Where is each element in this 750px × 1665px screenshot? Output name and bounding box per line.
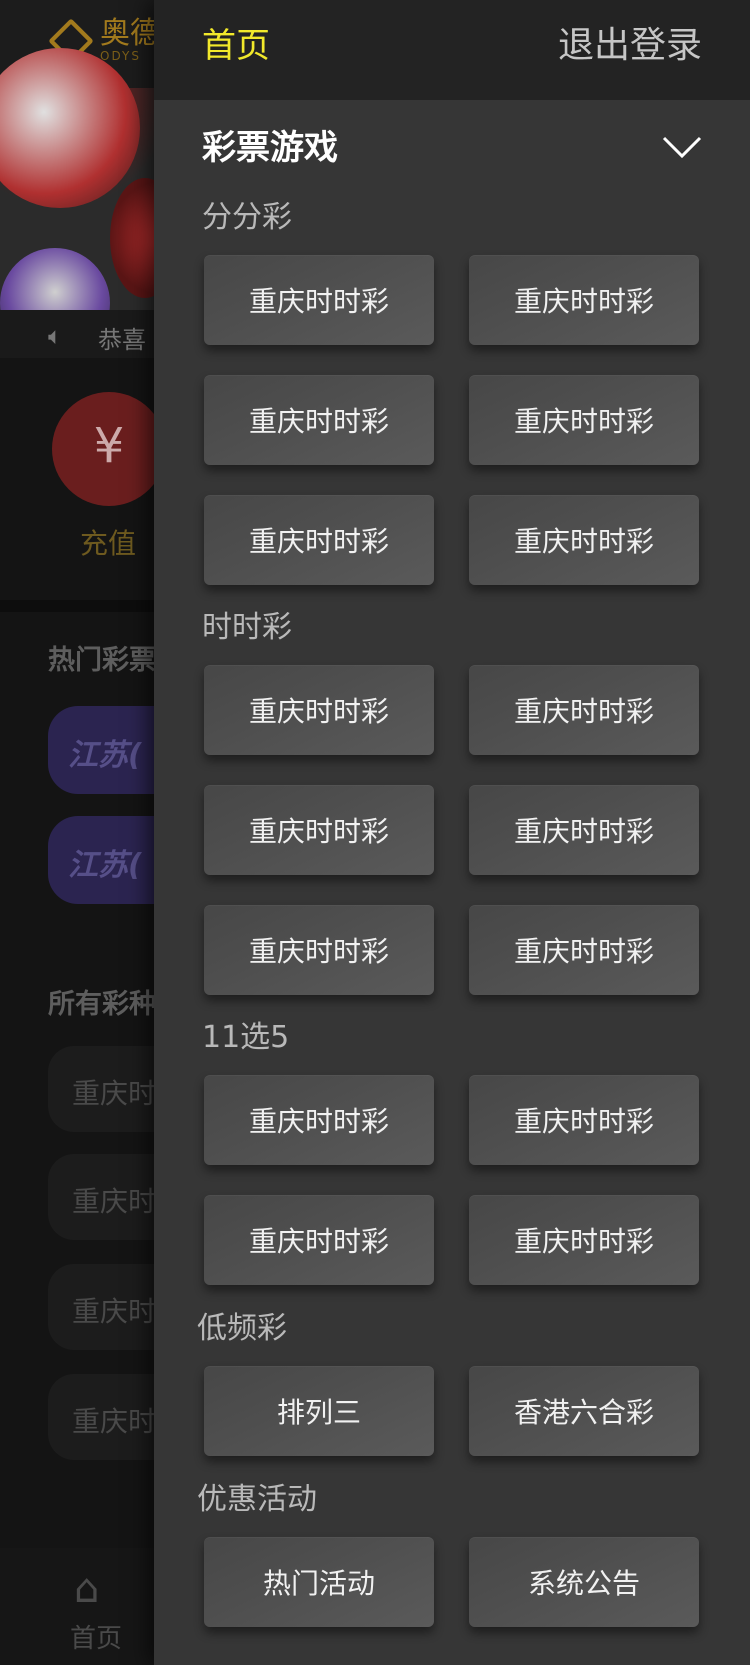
- logout-button[interactable]: 退出登录: [558, 26, 702, 66]
- game-button[interactable]: 重庆时时彩: [204, 495, 434, 585]
- game-button[interactable]: 重庆时时彩: [204, 665, 434, 755]
- lottery-row-label: 重庆时: [72, 1295, 157, 1328]
- category-title: 彩票游戏: [202, 128, 338, 168]
- game-button[interactable]: 重庆时时彩: [469, 375, 699, 465]
- home-icon[interactable]: ⌂: [74, 1566, 99, 1612]
- game-button[interactable]: 重庆时时彩: [204, 1195, 434, 1285]
- hot-lottery-label: 江苏(: [68, 848, 142, 883]
- game-button[interactable]: 重庆时时彩: [469, 495, 699, 585]
- game-button[interactable]: 重庆时时彩: [469, 1075, 699, 1165]
- chevron-down-icon[interactable]: [662, 128, 702, 168]
- game-button[interactable]: 重庆时时彩: [469, 905, 699, 995]
- drawer-header: 首页 退出登录: [154, 0, 750, 100]
- game-button[interactable]: 重庆时时彩: [204, 905, 434, 995]
- recharge-label: 充值: [80, 527, 137, 560]
- game-button[interactable]: 重庆时时彩: [204, 255, 434, 345]
- speaker-icon: 🔈︎: [48, 322, 63, 350]
- system-notice-button[interactable]: 系统公告: [469, 1537, 699, 1627]
- hot-lottery-label: 江苏(: [68, 738, 142, 773]
- game-button[interactable]: 重庆时时彩: [469, 785, 699, 875]
- lottery-games-header[interactable]: 彩票游戏: [202, 126, 702, 170]
- lottery-row-label: 重庆时: [72, 1185, 157, 1218]
- group-label-promotions: 优惠活动: [197, 1482, 317, 1517]
- game-button[interactable]: 重庆时时彩: [204, 1075, 434, 1165]
- hot-lottery-title: 热门彩票: [48, 645, 156, 676]
- game-button[interactable]: 重庆时时彩: [469, 255, 699, 345]
- side-drawer: 首页 退出登录 彩票游戏 分分彩 重庆时时彩 重庆时时彩 重庆时时彩 重庆时时彩…: [154, 0, 750, 1665]
- group-label-fenfencai: 分分彩: [202, 200, 292, 235]
- lottery-row-label: 重庆时: [72, 1405, 157, 1438]
- game-button[interactable]: 重庆时时彩: [204, 785, 434, 875]
- logo-text: 奥德: [100, 16, 160, 51]
- all-lottery-title: 所有彩种: [48, 989, 156, 1020]
- recharge-button[interactable]: ¥: [52, 392, 166, 506]
- game-button[interactable]: 重庆时时彩: [469, 1195, 699, 1285]
- hot-activities-button[interactable]: 热门活动: [204, 1537, 434, 1627]
- group-label-shishicai: 时时彩: [202, 610, 292, 645]
- game-button-hk-marksix[interactable]: 香港六合彩: [469, 1366, 699, 1456]
- tab-home-label[interactable]: 首页: [70, 1618, 122, 1655]
- notice-text: 恭喜: [98, 326, 146, 354]
- game-button-pailiesan[interactable]: 排列三: [204, 1366, 434, 1456]
- group-label-11x5: 11选5: [202, 1020, 290, 1055]
- group-label-dipincai: 低频彩: [197, 1311, 287, 1346]
- logo-subtext: ODYS: [100, 49, 141, 63]
- game-button[interactable]: 重庆时时彩: [204, 375, 434, 465]
- game-button[interactable]: 重庆时时彩: [469, 665, 699, 755]
- yuan-icon: ¥: [93, 418, 125, 474]
- home-link[interactable]: 首页: [202, 26, 270, 66]
- lottery-row-label: 重庆时: [72, 1077, 157, 1110]
